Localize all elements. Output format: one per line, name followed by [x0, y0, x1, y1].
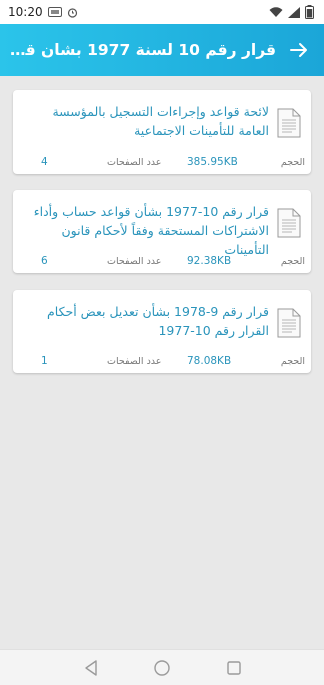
alarm-icon	[67, 7, 78, 18]
status-left: 10:20	[8, 5, 78, 19]
document-card[interactable]: لائحة قواعد وإجراءات التسجيل بالمؤسسة ال…	[13, 90, 311, 174]
size-value: 92.38KB	[187, 255, 232, 267]
document-icon	[277, 308, 301, 338]
document-title: قرار رقم 10-1977 بشأن قواعد حساب وأداء ا…	[33, 204, 269, 257]
signal-icon	[288, 6, 300, 18]
document-icon	[277, 208, 301, 238]
document-card[interactable]: قرار رقم 10-1977 بشأن قواعد حساب وأداء ا…	[13, 190, 311, 273]
document-meta: الحجم 385.95KB عدد الصفحات 4	[13, 154, 311, 168]
size-value: 385.95KB	[187, 156, 238, 168]
document-title: قرار رقم 9-1978 بشأن تعديل بعض أحكام الق…	[47, 304, 269, 338]
document-meta: الحجم 78.08KB عدد الصفحات 1	[13, 353, 311, 367]
pages-label: عدد الصفحات	[107, 157, 162, 168]
document-title: لائحة قواعد وإجراءات التسجيل بالمؤسسة ال…	[52, 104, 269, 138]
pages-value: 4	[41, 156, 48, 168]
arrow-right-icon	[290, 43, 307, 57]
pages-label: عدد الصفحات	[107, 256, 162, 267]
back-triangle-icon[interactable]	[82, 659, 100, 677]
system-nav-bar	[0, 649, 324, 685]
document-meta: الحجم 92.38KB عدد الصفحات 6	[13, 253, 311, 267]
status-bar: 10:20	[0, 0, 324, 24]
document-card[interactable]: قرار رقم 9-1978 بشأن تعديل بعض أحكام الق…	[13, 290, 311, 373]
back-button[interactable]	[284, 35, 314, 65]
size-value: 78.08KB	[187, 355, 232, 367]
app-bar: قرار رقم 10 لسنة 1977 بشان قواعد...	[0, 24, 324, 76]
pages-value: 6	[41, 255, 48, 267]
home-circle-icon[interactable]	[153, 659, 171, 677]
wifi-icon	[269, 6, 283, 18]
battery-icon	[305, 5, 314, 19]
status-time: 10:20	[8, 5, 43, 19]
page-title: قرار رقم 10 لسنة 1977 بشان قواعد...	[8, 41, 276, 59]
size-label: الحجم	[280, 157, 305, 168]
recents-square-icon[interactable]	[225, 659, 243, 677]
size-label: الحجم	[280, 256, 305, 267]
size-label: الحجم	[280, 356, 305, 367]
sim-icon	[47, 7, 62, 17]
status-right	[269, 5, 314, 19]
document-icon	[277, 108, 301, 138]
pages-value: 1	[41, 355, 48, 367]
pages-label: عدد الصفحات	[107, 356, 162, 367]
